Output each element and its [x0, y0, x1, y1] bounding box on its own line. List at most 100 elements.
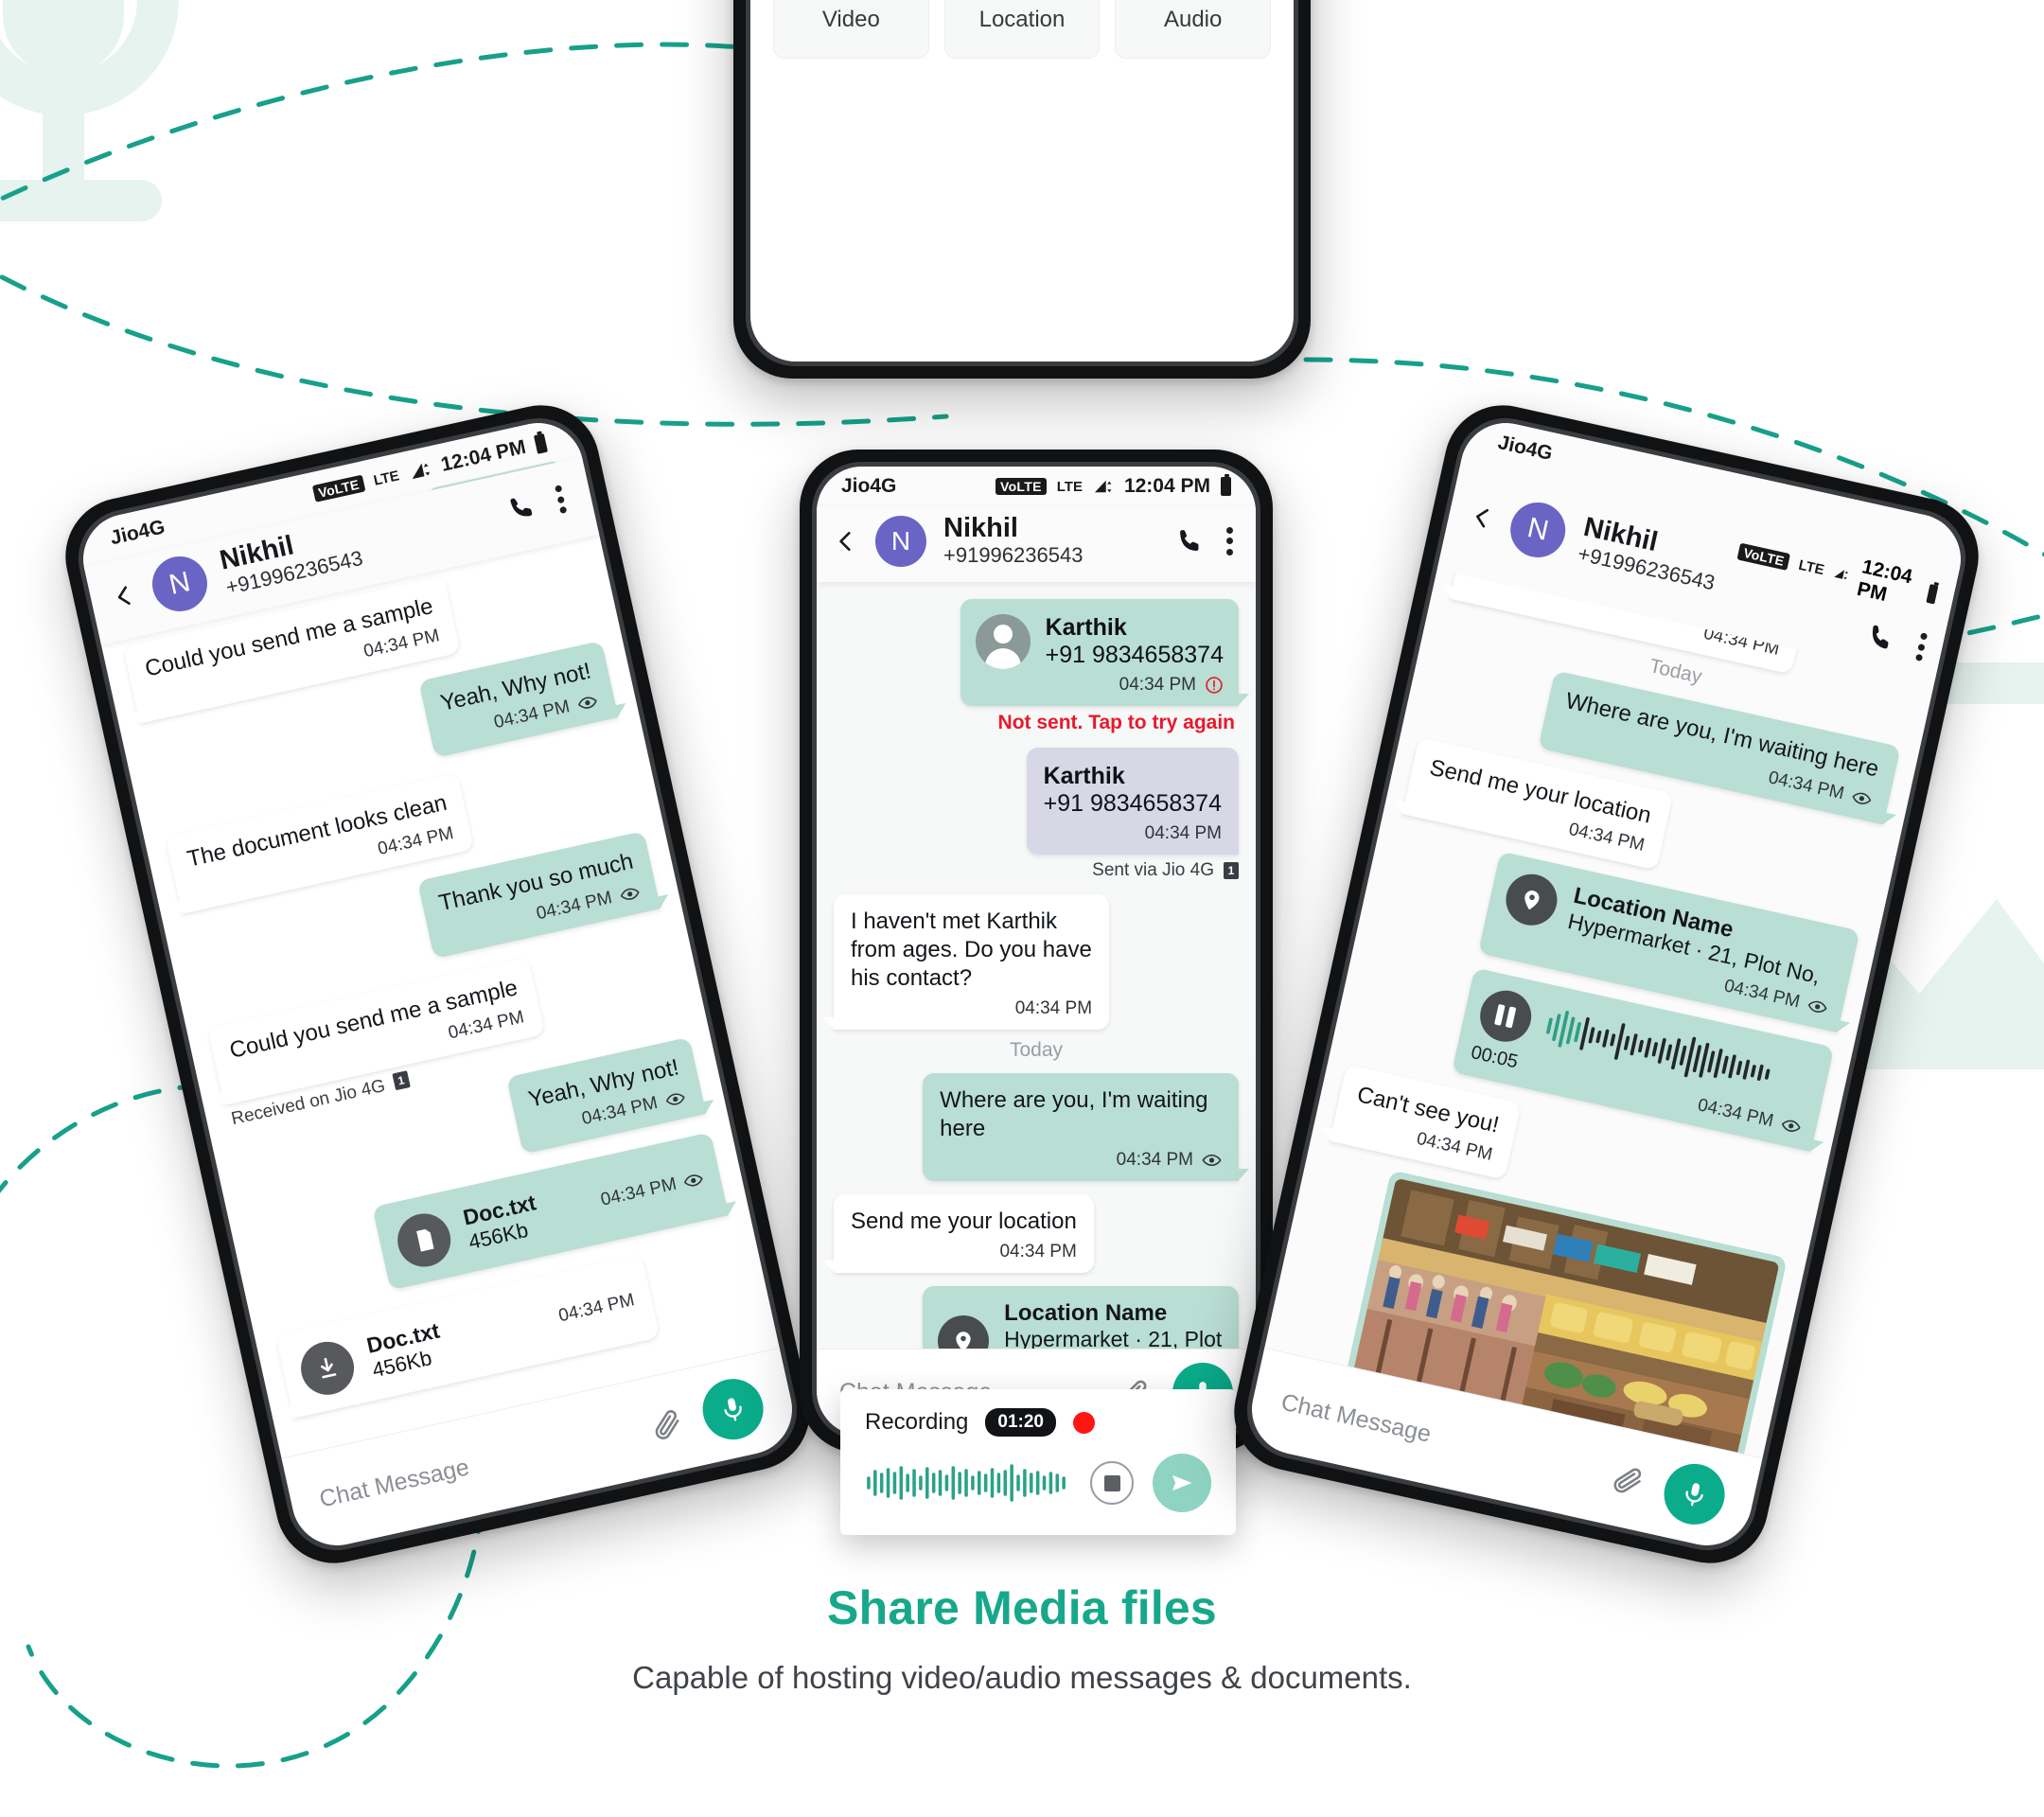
phone-contact-share: Jio4G VoLTE LTE 12:04 PM N Nikhil +91996… — [800, 450, 1273, 1453]
battery-icon — [1926, 584, 1939, 605]
contact-card-bubble[interactable]: Karthik +91 9834658374 04:34 PM — [960, 598, 1250, 706]
message-time: 04:34 PM — [999, 1241, 1077, 1261]
seen-eye-icon — [683, 1174, 703, 1187]
message-group: Karthik +91 9834658374 04:34 PM Sent via… — [834, 747, 1239, 881]
status-time: 12:04 PM — [1855, 556, 1914, 607]
send-failed-note[interactable]: Not sent. Tap to try again — [998, 712, 1239, 734]
seen-eye-icon — [578, 697, 597, 710]
signal-icon — [412, 463, 430, 480]
phone-share-sheet: Chat Message — [733, 0, 1311, 379]
recording-timer: 01:20 — [985, 1408, 1057, 1437]
attach-clip-icon[interactable] — [648, 1404, 687, 1443]
message-time: 04:34 PM — [1116, 1149, 1193, 1170]
seen-eye-icon — [1781, 1120, 1801, 1132]
seen-eye-icon — [1807, 1000, 1827, 1013]
send-voice-button[interactable] — [1153, 1454, 1211, 1512]
carrier-label: Jio4G — [841, 475, 897, 497]
signal-icon — [1094, 480, 1112, 493]
message-row: Where are you, I'm waiting here 04:34 PM — [834, 1073, 1249, 1182]
share-audio-button[interactable]: Share Audio — [1115, 0, 1271, 59]
message-list: Karthik +91 9834658374 04:34 PM Not sent… — [817, 582, 1256, 1436]
message-row: Karthik +91 9834658374 04:34 PM — [834, 747, 1239, 855]
contact-name: Nikhil — [943, 513, 1018, 543]
call-icon[interactable] — [1863, 621, 1897, 655]
attach-clip-icon[interactable] — [1610, 1460, 1648, 1499]
mic-record-button[interactable] — [696, 1372, 769, 1445]
chat-input[interactable]: Chat Message — [317, 1418, 634, 1513]
poster-stage: Chat Message — [0, 0, 2044, 1817]
message-time: 04:34 PM — [1696, 1095, 1776, 1132]
back-arrow-icon[interactable] — [1468, 503, 1497, 532]
battery-icon — [533, 432, 549, 454]
contact-card-name: Karthik — [1045, 613, 1127, 641]
avatar: N — [147, 551, 213, 617]
message-group: Karthik +91 9834658374 04:34 PM Not sent… — [834, 598, 1250, 734]
battery-icon — [1221, 474, 1231, 496]
back-arrow-icon[interactable] — [834, 529, 858, 554]
message-time: 04:34 PM — [1144, 822, 1222, 843]
contact-card-number: +91 9834658374 — [1043, 789, 1222, 817]
right-phone-screen: Jio4G N Nikhil +91996236543 VoLTE LTE 12… — [1242, 414, 1970, 1555]
page-title: Share Media files — [827, 1581, 1217, 1634]
volte-badge: VoLTE — [995, 478, 1047, 495]
chat-bubble[interactable]: Send me your location 04:34 PM — [823, 1193, 1094, 1273]
chat-bubble[interactable]: Yeah, Why not! 04:34 PM — [418, 641, 619, 759]
day-separator: Today — [1009, 1039, 1064, 1062]
chat-bubble[interactable]: I haven't met Karthik from ages. Do you … — [822, 893, 1110, 1031]
stop-recording-button[interactable] — [1090, 1461, 1134, 1505]
location-pin-icon — [1500, 869, 1562, 931]
share-sheet-screen: Chat Message — [750, 0, 1294, 362]
contact-card-name: Karthik — [1043, 762, 1125, 789]
volte-badge: VoLTE — [1736, 542, 1791, 571]
status-bar: Jio4G VoLTE LTE 12:04 PM — [817, 467, 1256, 506]
message-text: I haven't met Karthik from ages. Do you … — [851, 908, 1092, 992]
contact-avatar-icon — [975, 613, 1031, 669]
status-time: 12:04 PM — [1123, 475, 1210, 497]
share-video-label: Share Video — [820, 0, 881, 32]
share-options-grid: Share Image Share Document — [750, 0, 1294, 83]
seen-eye-icon — [1202, 1154, 1222, 1166]
contact-card-number: +91 9834658374 — [1045, 641, 1224, 668]
document-file-icon — [392, 1208, 456, 1272]
page-subtitle: Capable of hosting video/audio messages … — [632, 1660, 1412, 1695]
pause-button[interactable] — [1474, 985, 1537, 1047]
chat-header: N Nikhil +91996236543 — [817, 506, 1256, 582]
message-list: 04:34 PM Could you send me a sample 04:3… — [101, 459, 774, 1432]
failed-warning-icon — [1206, 676, 1223, 694]
mic-record-button[interactable] — [1658, 1457, 1731, 1530]
more-options-icon[interactable] — [1914, 632, 1929, 662]
audio-duration: 00:05 — [1469, 1041, 1521, 1073]
avatar: N — [875, 515, 926, 567]
more-options-icon[interactable] — [1226, 526, 1233, 556]
carrier-label: Jio4G — [108, 516, 167, 550]
message-time: 04:34 PM — [1119, 674, 1196, 695]
center-phone-screen: Jio4G VoLTE LTE 12:04 PM N Nikhil +91996… — [817, 467, 1256, 1436]
message-row: Send me your location 04:34 PM — [823, 1193, 1239, 1273]
seen-eye-icon — [1852, 792, 1872, 804]
voice-recording-panel[interactable]: Recording 01:20 — [840, 1389, 1236, 1535]
share-location-label: Share Location — [978, 0, 1066, 32]
signal-icon — [1834, 570, 1849, 580]
share-audio-label: Share Audio — [1163, 0, 1224, 32]
message-row: I haven't met Karthik from ages. Do you … — [822, 893, 1239, 1031]
call-icon[interactable] — [1175, 527, 1204, 556]
sim-badge-icon: 1 — [1224, 861, 1239, 879]
share-video-button[interactable]: Share Video — [773, 0, 929, 59]
phone-documents: Jio4G VoLTE LTE 12:04 PM N Nikhil +91996… — [54, 394, 821, 1575]
message-text: Send me your location — [851, 1208, 1077, 1234]
network-label: LTE — [1797, 556, 1826, 578]
download-icon[interactable] — [295, 1336, 360, 1401]
message-time: 04:34 PM — [598, 1173, 678, 1210]
more-options-icon[interactable] — [555, 485, 568, 515]
avatar: N — [1505, 497, 1571, 563]
call-icon[interactable] — [504, 491, 538, 525]
message-time: 04:34 PM — [1014, 998, 1093, 1019]
back-arrow-icon[interactable] — [110, 581, 139, 610]
delivery-note: Sent via Jio 4G — [1092, 859, 1214, 880]
sim-badge-icon: 1 — [392, 1070, 411, 1091]
seen-eye-icon — [665, 1093, 685, 1105]
message-text: Where are you, I'm waiting here — [940, 1087, 1208, 1142]
chat-bubble[interactable]: Where are you, I'm waiting here 04:34 PM — [923, 1073, 1249, 1182]
contact-card-bubble[interactable]: Karthik +91 9834658374 04:34 PM — [1026, 747, 1239, 855]
share-location-button[interactable]: Share Location — [943, 0, 1101, 59]
